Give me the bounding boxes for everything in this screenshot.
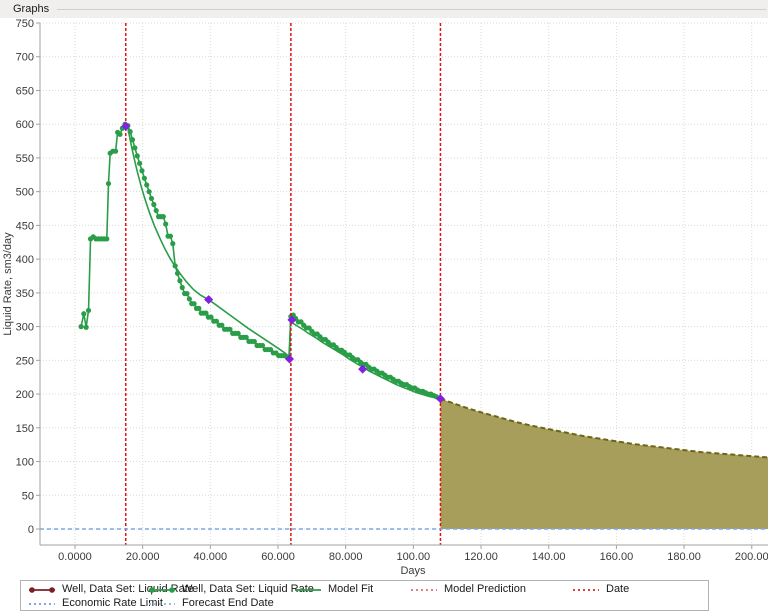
x-tick-label: 80.000 xyxy=(329,551,363,563)
y-tick-label: 150 xyxy=(16,423,34,435)
legend-item-model-fit[interactable]: Model Fit xyxy=(293,583,373,596)
legend-item-economic-rate-limit[interactable]: Economic Rate Limit xyxy=(27,597,163,610)
x-tick-label: 180.00 xyxy=(667,551,701,563)
panel-header: Graphs xyxy=(0,0,768,18)
legend-label: Date xyxy=(606,583,629,596)
y-tick-label: 0 xyxy=(28,524,34,536)
legend-item-date[interactable]: Date xyxy=(571,583,629,596)
x-tick-label: 160.00 xyxy=(600,551,634,563)
x-tick-label: 120.00 xyxy=(464,551,498,563)
chart-legend: Well, Data Set: Liquid Rate Well, Data S… xyxy=(20,580,709,611)
x-tick-label: 60.000 xyxy=(261,551,295,563)
legend-item-liquid-rate-2[interactable]: Well, Data Set: Liquid Rate xyxy=(147,583,314,596)
legend-label: Forecast End Date xyxy=(182,597,274,610)
legend-swatch-date xyxy=(571,585,601,595)
x-tick-label: 0.0000 xyxy=(58,551,92,563)
y-tick-label: 300 xyxy=(16,322,34,334)
legend-item-forecast-end-date[interactable]: Forecast End Date xyxy=(147,597,274,610)
y-tick-label: 750 xyxy=(16,18,34,30)
legend-swatch-economic-rate-limit xyxy=(27,599,57,609)
x-tick-label: 40.000 xyxy=(194,551,228,563)
y-tick-label: 100 xyxy=(16,457,34,469)
y-tick-label: 550 xyxy=(16,153,34,165)
y-tick-label: 650 xyxy=(16,85,34,97)
y-tick-label: 350 xyxy=(16,288,34,300)
y-tick-label: 400 xyxy=(16,254,34,266)
legend-swatch-model-fit xyxy=(293,585,323,595)
legend-swatch-model-prediction xyxy=(409,585,439,595)
x-tick-label: 20.000 xyxy=(126,551,160,563)
y-tick-label: 500 xyxy=(16,187,34,199)
y-tick-label: 450 xyxy=(16,220,34,232)
chart-canvas[interactable]: 0.0000 20.000 40.000 60.000 80.000 100.00 120.… xyxy=(0,18,768,578)
y-tick-label: 200 xyxy=(16,389,34,401)
panel-title: Graphs xyxy=(13,0,49,18)
legend-item-model-prediction[interactable]: Model Prediction xyxy=(409,583,526,596)
forecast-fill-area xyxy=(440,399,768,529)
y-tick-label: 250 xyxy=(16,355,34,367)
x-tick-label: 140.00 xyxy=(532,551,566,563)
legend-label: Model Fit xyxy=(328,583,373,596)
y-tick-label: 600 xyxy=(16,119,34,131)
series-model-points xyxy=(121,122,445,404)
x-axis-title: Days xyxy=(400,565,426,577)
y-tick-label: 50 xyxy=(22,490,34,502)
legend-swatch-liquid-rate-1 xyxy=(27,585,57,595)
refline-date xyxy=(126,23,441,545)
legend-label: Model Prediction xyxy=(444,583,526,596)
panel-header-rule xyxy=(57,9,766,10)
x-tick-label: 100.00 xyxy=(397,551,431,563)
x-tick-label: 200.00 xyxy=(735,551,768,563)
series-well-data-set-liquid-rate xyxy=(78,122,441,401)
y-axis-title: Liquid Rate, sm3/day xyxy=(2,232,14,336)
legend-swatch-forecast-end-date xyxy=(147,599,177,609)
legend-swatch-liquid-rate-2 xyxy=(147,585,177,595)
y-tick-label: 700 xyxy=(16,52,34,64)
